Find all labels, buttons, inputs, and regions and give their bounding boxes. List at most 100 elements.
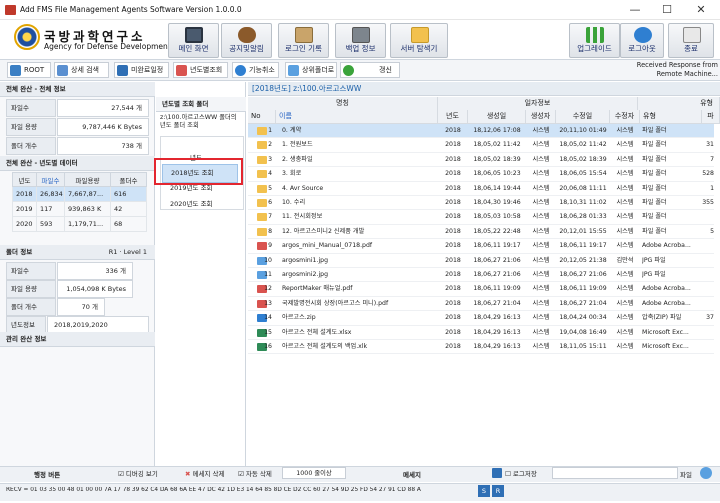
backup-info-button[interactable]: 백업 정보 xyxy=(335,23,386,58)
parent-folder-button[interactable]: 상위폴더로 xyxy=(285,62,337,78)
folders-col-header[interactable]: 폴더수 xyxy=(110,172,147,187)
delete-message-button[interactable]: ✖ 메세지 삭제 xyxy=(185,468,225,478)
yearly-view-button[interactable]: 년도별조회 xyxy=(173,62,228,78)
folder-count2-label: 폴더 개수 xyxy=(6,298,56,316)
table-row[interactable]: 14 아르고스.zip 2018 18,04,29 16:13 시스템 18,04,24 … xyxy=(248,311,714,326)
table-row[interactable]: 16 아르고스 전체 설계도의 백업.xlk 2018 18,04,29 16:13 시… xyxy=(248,340,714,355)
table-row[interactable]: 13 국제발명전시회 상장(아르고스 미니).pdf 2018 18,06,27 21… xyxy=(248,297,714,312)
col-name[interactable]: 이름 xyxy=(276,110,438,124)
save-disk-icon[interactable] xyxy=(492,468,502,478)
detail-search-button[interactable]: 상세 검색 xyxy=(54,62,109,78)
col-creator[interactable]: 생성자 xyxy=(526,110,556,124)
main-screen-button[interactable]: 메인 화면 xyxy=(168,23,219,58)
cell: 939,863 K xyxy=(64,201,111,217)
table-row[interactable]: 7 11. 전시회정보 2018 18,05,03 10:58 시스템 18,06,28 … xyxy=(248,210,714,225)
add-emblem-icon xyxy=(14,24,40,50)
table-row[interactable]: 6 10. 수리 2018 18,04,30 19:46 시스템 18,10,31 11:… xyxy=(248,196,714,211)
col-extra[interactable]: 파 xyxy=(702,110,720,124)
table-row[interactable]: 12 ReportMaker 매뉴얼.pdf 2018 18,06,11 19:09 시… xyxy=(248,282,714,297)
col-modifier[interactable]: 수정자 xyxy=(610,110,640,124)
cell-creator: 시스템 xyxy=(532,328,550,336)
table-row[interactable]: 2020 593 1,179,71... 68 xyxy=(12,216,147,232)
col-modified[interactable]: 수정일 xyxy=(556,110,610,124)
folder-size-label: 파일 용량 xyxy=(6,280,56,298)
parent-folder-label: 상위폴더로 xyxy=(302,66,335,74)
cell-type: Microsoft Exc... xyxy=(642,328,689,336)
table-row[interactable]: 9 argos_mini_Manual_0718.pdf 2018 18,06,11 … xyxy=(248,239,714,254)
incomplete-schedule-button[interactable]: 미완료일정 xyxy=(114,62,169,78)
col-no[interactable]: No xyxy=(248,110,276,124)
table-row[interactable]: 5 4. Avr Source 2018 18,06,14 19:44 시스템 20,06… xyxy=(248,182,714,196)
cell-no: 9 xyxy=(268,242,272,250)
table-row[interactable]: 10 argosmini1.jpg 2018 18,06,27 21:06 시스템 20,… xyxy=(248,254,714,268)
col-type[interactable]: 유형 xyxy=(640,110,702,124)
book-icon xyxy=(57,65,68,76)
logout-button[interactable]: 로그아웃 xyxy=(620,23,664,58)
table-row[interactable]: 4 3. 회로 2018 18,06,05 10:23 시스템 18,06,05 15:5… xyxy=(248,167,714,182)
table-row[interactable]: 2019 117 939,863 K 42 xyxy=(12,201,147,217)
server-explorer-button[interactable]: 서버 탐색기 xyxy=(390,23,448,58)
cell: 42 xyxy=(110,201,147,217)
file-count-label: 파일수 xyxy=(6,99,56,117)
close-button[interactable]: ✕ xyxy=(686,2,716,18)
app-icon xyxy=(5,5,16,15)
col-created[interactable]: 생성일 xyxy=(468,110,526,124)
year-col-header[interactable]: 년도 xyxy=(12,172,37,187)
table-row[interactable]: 1 0. 계약 2018 18,12,06 17:08 시스템 20,11,10 01:4… xyxy=(248,124,714,139)
line-count-select[interactable]: 1000 줄이상 xyxy=(282,467,346,479)
exit-button[interactable]: 종료 xyxy=(668,23,714,58)
folder-count-label: 폴더 개수 xyxy=(6,137,56,155)
delete-x-icon: ✖ xyxy=(185,470,191,478)
root-button[interactable]: ROOT xyxy=(7,62,51,78)
logout-label: 로그아웃 xyxy=(628,44,656,53)
mgmt-info-title: 관리 완산 정보 xyxy=(0,332,155,347)
file-path-input[interactable] xyxy=(552,467,678,479)
cell-no: 7 xyxy=(268,213,272,221)
monitor-icon xyxy=(185,27,203,43)
cell-creator: 시스템 xyxy=(532,170,550,178)
login-history-button[interactable]: 로그인 기록 xyxy=(278,23,329,58)
log-save-checkbox[interactable]: ☐ 로그저장 xyxy=(505,468,537,478)
cell-no: 5 xyxy=(268,184,272,192)
cell-extra: 1 xyxy=(710,184,714,192)
cell-name: 1. 전원보드 xyxy=(282,141,313,149)
cancel-function-button[interactable]: 기능취소 xyxy=(232,62,279,78)
minimize-button[interactable]: — xyxy=(620,2,650,18)
table-row[interactable]: 3 2. 생충파일 2018 18,05,02 18:39 시스템 18,05,02 18… xyxy=(248,153,714,168)
cell-year: 2018 xyxy=(445,271,461,278)
table-row[interactable]: 2 1. 전원보드 2018 18,05,02 11:42 시스템 18,05,02 11… xyxy=(248,138,714,153)
table-row[interactable]: 8 12. 아르고스미니2 신제품 개발 2018 18,05,22 22:48 시스템… xyxy=(248,225,714,240)
cell-extra: 7 xyxy=(710,155,714,163)
refresh-button[interactable]: 갱신 xyxy=(340,62,400,78)
cell-no: 8 xyxy=(268,227,272,235)
cell-creator: 시스템 xyxy=(532,256,550,264)
notice-button[interactable]: 공지및알림 xyxy=(221,23,272,58)
all-info-title: 전체 완산 - 전체 정보 xyxy=(0,82,155,97)
cell: 26,834 xyxy=(36,186,65,202)
cell-created: 18,06,27 21:06 xyxy=(473,256,521,264)
root-label: ROOT xyxy=(24,66,45,74)
files-col-header[interactable]: 파일수 xyxy=(36,172,65,187)
recv-data: RECV = 01 03 35 00 48 01 00 00 7A 17 78 … xyxy=(6,487,421,493)
grid-icon xyxy=(10,65,21,76)
yearly-view-label: 년도별조회 xyxy=(190,66,223,74)
table-row[interactable]: 15 아르고스 전체 설계도.xlsx 2018 18,04,29 16:13 시스템 1… xyxy=(248,326,714,340)
auto-delete-checkbox[interactable]: ☑ 자동 삭제 xyxy=(238,468,272,478)
cell-modified: 20,12,01 15:55 xyxy=(559,227,607,235)
table-row[interactable]: 2018 26,834 7,667,87... 616 xyxy=(12,186,147,202)
size-col-header[interactable]: 파일용량 xyxy=(64,172,111,187)
cell-modifier: 시스템 xyxy=(616,314,634,322)
cell-extra: 355 xyxy=(702,199,714,206)
scroll-up-icon[interactable] xyxy=(700,467,712,479)
tree-item-2020[interactable]: 2020년도 조회 xyxy=(162,196,238,213)
refresh-icon xyxy=(343,65,354,76)
table-row[interactable]: 11 argosmini2.jpg 2018 18,06,27 21:06 시스템 18,… xyxy=(248,268,714,283)
col-year[interactable]: 년도 xyxy=(438,110,468,124)
debug-view-checkbox[interactable]: ☑ 디버깅 보기 xyxy=(118,468,158,478)
maximize-button[interactable]: ☐ xyxy=(652,2,682,18)
cell-name: 12. 아르고스미니2 신제품 개발 xyxy=(282,227,365,235)
login-history-label: 로그인 기록 xyxy=(285,44,322,53)
upgrade-button[interactable]: 업그레이드 xyxy=(569,23,620,58)
cell-creator: 시스템 xyxy=(532,184,550,192)
cell-modifier: 시스템 xyxy=(616,170,634,178)
